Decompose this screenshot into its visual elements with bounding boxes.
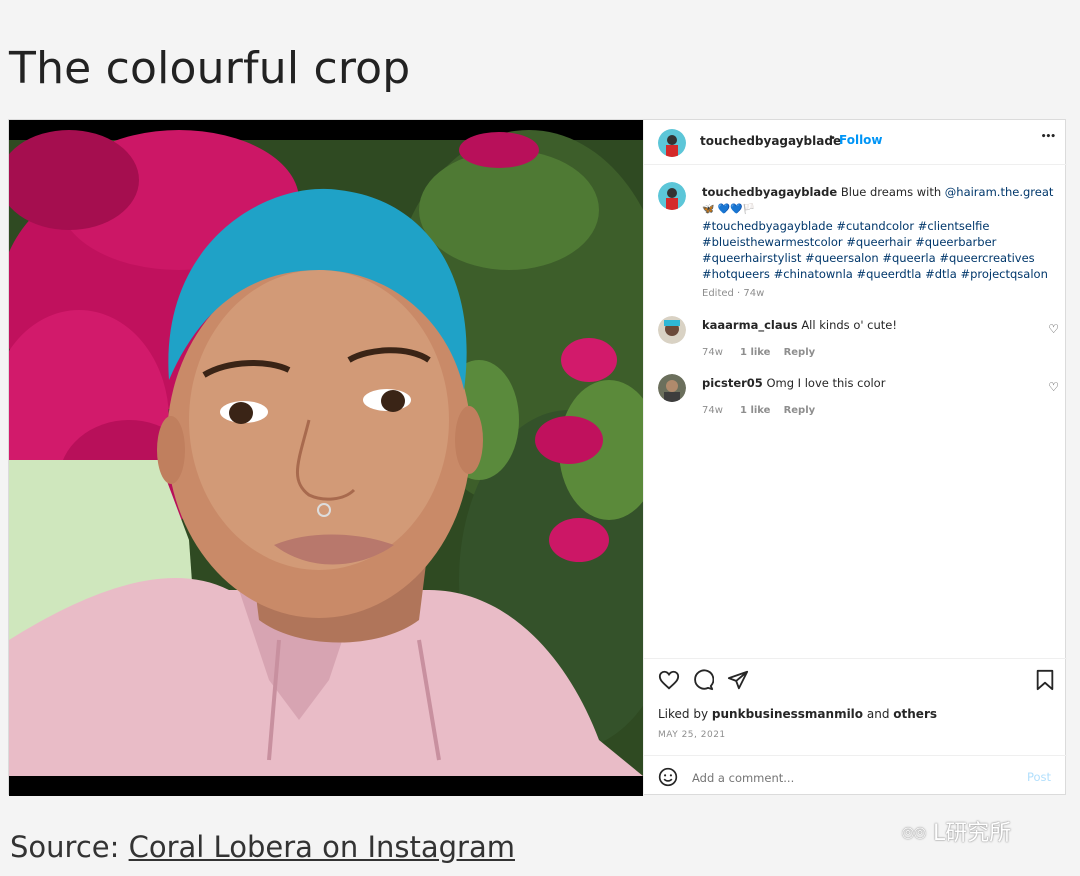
add-comment-input[interactable] [690,768,994,788]
comment-icon[interactable] [692,669,715,695]
liked-by-user[interactable]: punkbusinessmanmilo [712,707,863,721]
caption-meta: Edited · 74w [702,288,765,299]
comment-item: kaaarma_claus All kinds o' cute! 74w 1 l… [644,310,1067,360]
caption-avatar[interactable] [658,182,686,210]
like-icon[interactable] [658,669,680,695]
comment-text: Omg I love this color [766,376,886,390]
post-comment-button[interactable]: Post [1027,770,1051,784]
source-link[interactable]: Coral Lobera on Instagram [129,830,515,864]
liked-by: Liked by punkbusinessmanmilo and others [658,707,937,721]
comment-age: 74w [702,405,723,416]
caption-mention[interactable]: @hairam.the.great [945,185,1054,199]
comment-username[interactable]: kaaarma_claus [702,318,798,332]
article-heading: The colourful crop [9,43,411,95]
liked-by-and: and [866,707,890,721]
comment-likes[interactable]: 1 like [740,347,770,358]
source-prefix: Source: [10,830,129,864]
header-separator: • [830,133,836,144]
author-username[interactable]: touchedbyagayblade [700,134,841,148]
save-icon[interactable] [1035,669,1055,695]
comment-username[interactable]: picster05 [702,376,763,390]
follow-button[interactable]: Follow [839,133,883,147]
comment-like-icon[interactable]: ♡ [1048,322,1059,336]
share-icon[interactable] [727,669,749,695]
watermark-text: L研究所 [933,821,1012,846]
comment-likes[interactable]: 1 like [740,405,770,416]
caption-hashtags-1[interactable]: #touchedbyagayblade #cutandcolor #client… [702,218,1057,234]
commenter-avatar[interactable] [658,316,686,344]
caption-hashtags-3[interactable]: #queerhairstylist #queersalon #queerla #… [702,250,1057,266]
post-photo[interactable] [9,120,643,796]
source-credit: Source: Coral Lobera on Instagram [10,830,515,864]
wechat-icon: ⌾⌾ [902,821,926,845]
watermark: ⌾⌾ L研究所 [902,815,1011,847]
comment-reply[interactable]: Reply [784,405,816,416]
comment-item: picster05 Omg I love this color 74w 1 li… [644,368,1067,418]
emoji-icon[interactable] [658,767,678,791]
caption-hashtags-2[interactable]: #blueisthewarmestcolor #queerhair #queer… [702,234,1057,250]
post-actions: Liked by punkbusinessmanmilo and others … [644,658,1067,797]
caption-username[interactable]: touchedbyagayblade [702,185,837,199]
post-date: MAY 25, 2021 [658,730,726,740]
comment-age: 74w [702,347,723,358]
post-header: touchedbyagayblade • Follow ••• [644,120,1067,165]
comment-reply[interactable]: Reply [784,347,816,358]
liked-by-others[interactable]: others [893,707,937,721]
post-side-panel: touchedbyagayblade • Follow ••• touchedb… [643,120,1067,796]
commenter-avatar[interactable] [658,374,686,402]
caption-emoji: 🦋 💙💙🏳️ [702,204,755,215]
more-options-icon[interactable]: ••• [1041,132,1056,142]
instagram-post-embed: touchedbyagayblade • Follow ••• touchedb… [8,119,1067,796]
post-caption: touchedbyagayblade Blue dreams with @hai… [644,164,1067,304]
caption-text: Blue dreams with [840,185,942,199]
comment-like-icon[interactable]: ♡ [1048,380,1059,394]
caption-hashtags-4[interactable]: #hotqueers #chinatownla #queerdtla #dtla… [702,266,1057,282]
liked-by-prefix: Liked by [658,707,709,721]
comment-text: All kinds o' cute! [801,318,897,332]
author-avatar[interactable] [658,129,686,157]
add-comment-bar: Post [644,755,1067,798]
